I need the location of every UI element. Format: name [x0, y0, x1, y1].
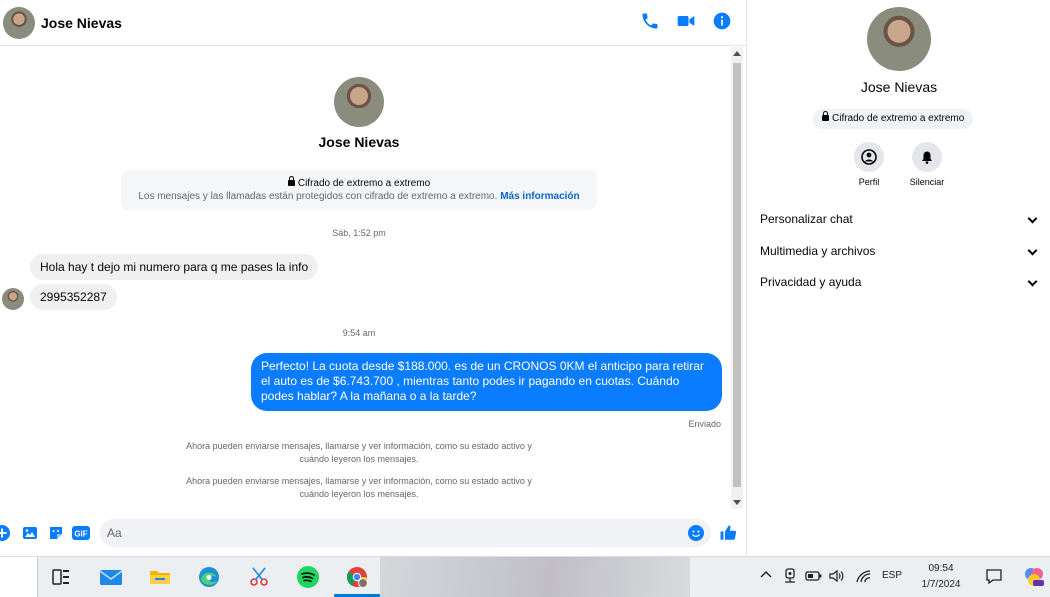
- chat-header: Jose Nievas: [0, 0, 746, 46]
- plus-icon[interactable]: [0, 525, 10, 541]
- person-icon: [861, 149, 877, 165]
- chrome-icon[interactable]: [345, 565, 369, 589]
- taskbar-search[interactable]: [0, 557, 38, 597]
- encryption-title: Cifrado de extremo a extremo: [297, 178, 431, 189]
- more-info-link[interactable]: Más información: [500, 191, 579, 202]
- timestamp: Sáb, 1:52 pm: [332, 228, 386, 238]
- file-explorer-icon[interactable]: [148, 565, 172, 589]
- profile-button[interactable]: [854, 142, 884, 172]
- sticker-icon[interactable]: [48, 525, 64, 541]
- incoming-message[interactable]: Hola hay t dejo mi numero para q me pase…: [30, 254, 319, 280]
- emoji-icon[interactable]: [688, 525, 704, 541]
- chevron-down-icon: [1027, 245, 1038, 256]
- chat-pane: Jose Nievas Jose Nievas Cifrado de extre…: [0, 0, 746, 556]
- section-privacy-help[interactable]: Privacidad y ayuda: [760, 272, 1038, 292]
- chevron-down-icon: [1027, 213, 1038, 224]
- edge-browser-icon[interactable]: [197, 565, 221, 589]
- section-customize-chat[interactable]: Personalizar chat: [760, 209, 1038, 229]
- lock-icon: [822, 111, 829, 121]
- volume-icon[interactable]: [829, 569, 845, 586]
- clock-date: 1/7/2024: [921, 579, 961, 590]
- phone-icon[interactable]: [640, 11, 660, 31]
- profile-label: Perfil: [858, 177, 880, 187]
- like-icon[interactable]: [719, 524, 737, 542]
- taskbar-background-image: [380, 557, 690, 597]
- conversation-avatar: [334, 77, 384, 127]
- windows-taskbar: ESP 09:54 1/7/2024: [0, 556, 1050, 597]
- scrollbar[interactable]: [731, 47, 743, 509]
- video-call-icon[interactable]: [676, 11, 696, 31]
- notifications-icon[interactable]: [985, 568, 1003, 589]
- messenger-window: Jose Nievas Jose Nievas Cifrado de extre…: [0, 0, 1050, 556]
- battery-icon[interactable]: [805, 569, 823, 586]
- sent-status: Enviado: [688, 419, 721, 429]
- webcam-icon[interactable]: [783, 568, 797, 587]
- spotify-icon[interactable]: [296, 565, 320, 589]
- system-message: Ahora pueden enviarse mensajes, llamarse…: [186, 476, 532, 499]
- conversation-info-panel: Jose Nievas Cifrado de extremo a extremo…: [746, 0, 1050, 556]
- gif-label: GIF: [74, 530, 87, 539]
- message-input[interactable]: [100, 519, 711, 547]
- info-avatar[interactable]: [867, 7, 931, 71]
- system-message: Ahora pueden enviarse mensajes, llamarse…: [186, 441, 532, 464]
- incoming-message[interactable]: 2995352287: [30, 284, 117, 310]
- image-icon[interactable]: [22, 525, 38, 541]
- copilot-icon[interactable]: [1023, 566, 1045, 591]
- encryption-description: Los mensajes y las llamadas están proteg…: [138, 191, 498, 202]
- wifi-icon[interactable]: [856, 570, 872, 587]
- mail-icon[interactable]: [99, 565, 123, 589]
- gif-icon[interactable]: GIF: [72, 525, 90, 541]
- composer: GIF: [0, 516, 746, 550]
- system-clock[interactable]: 09:54 1/7/2024: [908, 561, 974, 593]
- chevron-down-icon: [1027, 276, 1038, 287]
- timestamp: 9:54 am: [342, 328, 376, 338]
- conversation-name: Jose Nievas: [318, 134, 400, 150]
- outgoing-message[interactable]: Perfecto! La cuota desde $188.000. es de…: [251, 353, 722, 411]
- mute-label: Silenciar: [909, 177, 945, 187]
- header-actions: [640, 11, 732, 31]
- encryption-badge: Cifrado de extremo a extremo: [813, 109, 974, 129]
- scroll-up-arrow-icon[interactable]: [733, 51, 741, 56]
- language-indicator[interactable]: ESP: [882, 570, 902, 581]
- section-media-files[interactable]: Multimedia y archivos: [760, 241, 1038, 261]
- encryption-notice: Cifrado de extremo a extremo Los mensaje…: [121, 170, 597, 210]
- bell-icon: [922, 151, 932, 164]
- lock-icon: [287, 176, 295, 186]
- snipping-tool-icon[interactable]: [247, 565, 271, 589]
- message-list[interactable]: Jose Nievas Cifrado de extremo a extremo…: [0, 47, 746, 509]
- contact-avatar[interactable]: [3, 6, 35, 39]
- info-icon[interactable]: [712, 11, 732, 31]
- show-hidden-icons-icon[interactable]: [760, 569, 772, 584]
- task-view-icon[interactable]: [49, 565, 73, 589]
- info-contact-name: Jose Nievas: [860, 79, 938, 95]
- scroll-down-arrow-icon[interactable]: [733, 500, 741, 505]
- contact-name[interactable]: Jose Nievas: [41, 15, 122, 31]
- sender-avatar: [2, 288, 24, 310]
- mute-button[interactable]: [912, 142, 942, 172]
- clock-time: 09:54: [928, 563, 954, 574]
- scrollbar-thumb[interactable]: [733, 63, 741, 487]
